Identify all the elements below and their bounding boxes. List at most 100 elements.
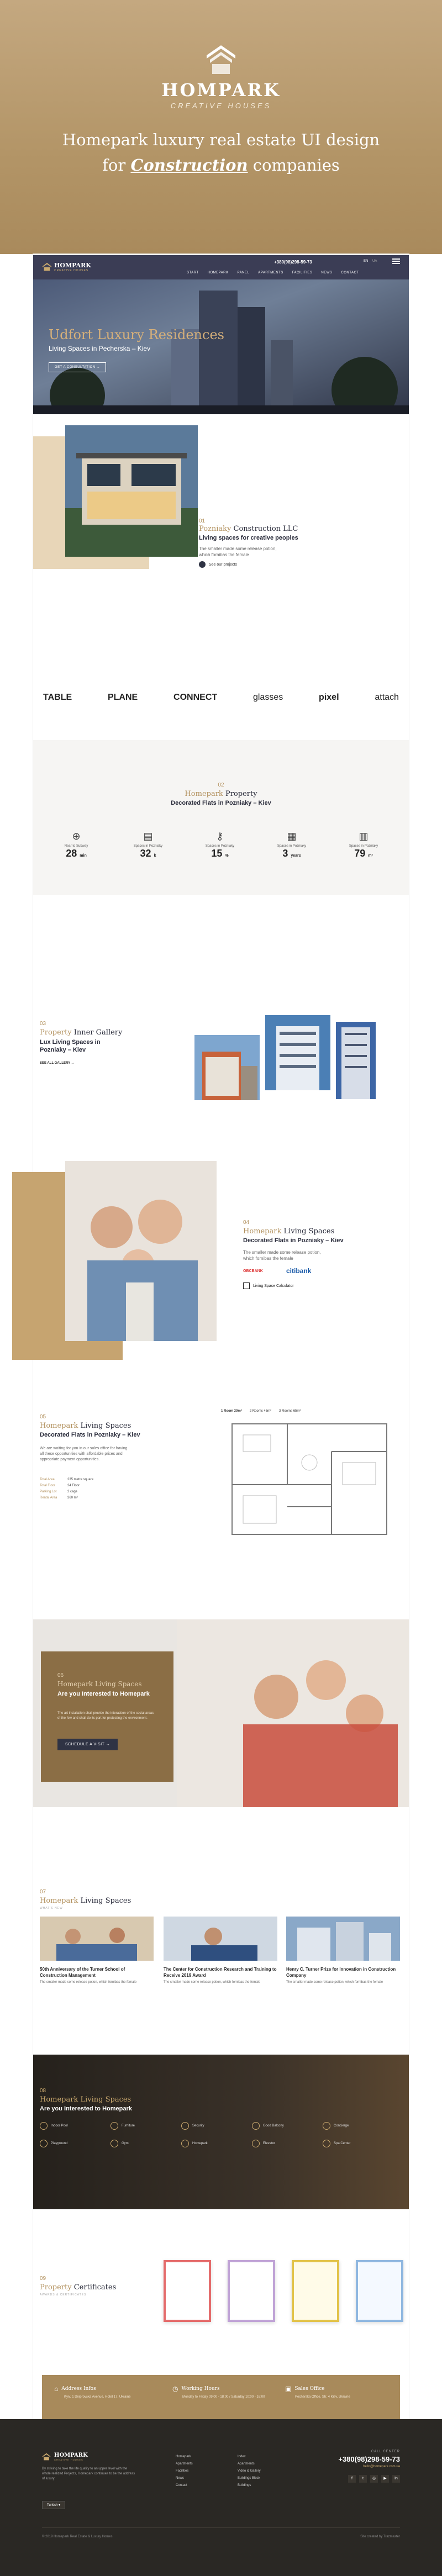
footer-logo[interactable]: HOMPARK CREATIVE HOUSES xyxy=(42,2452,88,2461)
building-icon: ▦ xyxy=(287,831,297,842)
brand-tagline: CREATIVE HOUSES xyxy=(170,102,272,110)
location-icon: ⌂ xyxy=(54,2385,59,2393)
see-projects-link[interactable]: See our projects xyxy=(199,561,237,568)
family-num: 04 xyxy=(243,1220,250,1226)
plan-subtitle: Decorated Flats in Pozniaky – Kiev xyxy=(40,1432,140,1438)
elevator-icon xyxy=(252,2140,260,2147)
feature-item: Spa Center xyxy=(323,2140,393,2147)
nav-item-start[interactable]: START xyxy=(187,271,199,275)
news-item[interactable]: The Center for Construction Research and… xyxy=(164,1966,277,1985)
footer-link[interactable]: Video & Gallery xyxy=(238,2468,261,2475)
nav-item-apartments[interactable]: APARTMENTS xyxy=(258,271,283,275)
playground-icon xyxy=(40,2140,48,2147)
facebook-icon[interactable]: f xyxy=(348,2475,356,2483)
floor-plan-image xyxy=(221,1418,396,1543)
security-icon xyxy=(181,2122,189,2130)
footer-link[interactable]: Contact xyxy=(176,2482,193,2489)
feature-item: Gym xyxy=(110,2140,181,2147)
schedule-visit-button[interactable]: SCHEDULE A VISIT → xyxy=(57,1739,118,1750)
footer-link[interactable]: Homepark xyxy=(176,2453,193,2461)
certificate-image[interactable] xyxy=(164,2260,211,2322)
home-icon xyxy=(181,2140,189,2147)
house-logo-icon xyxy=(207,45,235,74)
calculator-link[interactable]: Living Space Calculator xyxy=(243,1282,294,1289)
tab-room-3[interactable]: 3 Rooms 65m² xyxy=(279,1410,301,1413)
features-grid: Indoor Pool Furniture Security Good Balc… xyxy=(40,2122,393,2147)
lang-ua[interactable]: UA xyxy=(372,260,377,263)
news-item[interactable]: Henry C. Turner Prize for Innovation in … xyxy=(286,1966,400,1985)
certs-title: Property Certificates xyxy=(40,2283,117,2292)
interest-num: 06 xyxy=(57,1672,64,1678)
footer-link[interactable]: Apartments xyxy=(176,2461,193,2468)
footer-link[interactable]: Buildings xyxy=(238,2482,261,2489)
footer-contact: CALL CENTER +380(98)298-59-73 hello@home… xyxy=(320,2450,400,2483)
stat-item: ▥ Spaces in Pozniaky 79 m² xyxy=(336,831,391,859)
consultation-button[interactable]: GET A CONSULTATION → xyxy=(49,362,107,372)
menu-icon[interactable] xyxy=(392,258,400,264)
document-icon: ▤ xyxy=(143,831,153,842)
certificate-image[interactable] xyxy=(356,2260,403,2322)
features-title-gold: Homepark Living Spaces xyxy=(40,2095,131,2104)
news-sub: WHAT'S NEW xyxy=(40,1907,63,1910)
villa-image xyxy=(65,425,198,557)
furniture-icon xyxy=(110,2122,118,2130)
news-item-title[interactable]: 50th Anniversary of the Turner School of… xyxy=(40,1966,154,1978)
plan-title: Homepark Living Spaces xyxy=(40,1422,131,1430)
nav-item-news[interactable]: NEWS xyxy=(321,271,332,275)
certificate-image[interactable] xyxy=(228,2260,275,2322)
instagram-icon[interactable]: ◎ xyxy=(370,2475,378,2483)
features-title: Are you Interested to Homepark xyxy=(40,2105,132,2112)
gallery-image[interactable] xyxy=(336,1022,376,1099)
about-title: Pozniaky Construction LLC xyxy=(199,525,298,533)
gallery-image[interactable] xyxy=(265,1015,330,1090)
nav-phone[interactable]: +380(98)298-59-73 xyxy=(274,260,312,265)
lang-en[interactable]: EN xyxy=(364,260,368,263)
news-item-title[interactable]: Henry C. Turner Prize for Innovation in … xyxy=(286,1966,400,1978)
nav-logo[interactable]: HOMPARK xyxy=(54,262,91,269)
gallery-subtitle: Lux Living Spaces in Pozniaky – Kiev xyxy=(40,1039,101,1053)
feature-item: Playground xyxy=(40,2140,110,2147)
footer-phone[interactable]: +380(98)298-59-73 xyxy=(320,2455,400,2463)
youtube-icon[interactable]: ▶ xyxy=(381,2475,389,2483)
footer-link[interactable]: Facilities xyxy=(176,2468,193,2475)
about-num: 01 xyxy=(199,518,206,524)
news-image[interactable] xyxy=(40,1917,154,1961)
banner-title: Udfort Luxury Residences xyxy=(49,327,224,342)
footer-link[interactable]: Index xyxy=(238,2453,261,2461)
footer-email[interactable]: hello@homepark.com.ua xyxy=(320,2465,400,2468)
footer-link[interactable]: Apartments xyxy=(238,2461,261,2468)
news-item-title[interactable]: The Center for Construction Research and… xyxy=(164,1966,277,1978)
footer-link[interactable]: News xyxy=(176,2475,193,2482)
partner-logo: glasses xyxy=(252,693,283,702)
partner-logo: TABLE xyxy=(43,693,72,702)
nav-logo-sub: CREATIVE HOUSES xyxy=(54,269,89,272)
footer-about: By striving to take the life quality to … xyxy=(42,2467,135,2480)
concierge-icon xyxy=(323,2122,330,2130)
stats-subtitle: Decorated Flats in Pozniaky – Kiev xyxy=(171,800,271,806)
see-gallery-link[interactable]: SEE ALL GALLERY → xyxy=(40,1062,75,1065)
footer-link[interactable]: Buildings Block xyxy=(238,2475,261,2482)
headline-line2: for Construction companies xyxy=(102,156,340,175)
tab-room-1[interactable]: 1 Room 30m² xyxy=(221,1410,242,1413)
chart-icon: ▥ xyxy=(359,831,369,842)
tab-room-2[interactable]: 2 Rooms 45m² xyxy=(250,1410,271,1413)
twitter-icon[interactable]: t xyxy=(359,2475,367,2483)
linkedin-icon[interactable]: in xyxy=(392,2475,400,2483)
certificate-image[interactable] xyxy=(292,2260,339,2322)
gallery-image[interactable] xyxy=(194,1035,260,1100)
language-select[interactable]: Turkish ▾ xyxy=(42,2501,66,2509)
nav-item-facilities[interactable]: FACILITIES xyxy=(292,271,313,275)
news-image[interactable] xyxy=(164,1917,277,1961)
nav-item-panel[interactable]: PANEL xyxy=(238,271,250,275)
gallery-title: Property Inner Gallery xyxy=(40,1028,123,1037)
headline-line1: Homepark luxury real estate UI design xyxy=(62,130,380,149)
sales-block: ▣ Sales Office Pecherska Office, Str. 4 K… xyxy=(285,2385,350,2399)
news-item[interactable]: 50th Anniversary of the Turner School of… xyxy=(40,1966,154,1985)
subway-icon: ⊕ xyxy=(72,831,81,842)
news-image[interactable] xyxy=(286,1917,400,1961)
nav-item-contact[interactable]: CONTACT xyxy=(341,271,359,275)
nav-item-homepark[interactable]: HOMEPARK xyxy=(208,271,229,275)
stats-title: Homepark Property xyxy=(185,790,257,798)
spa-icon xyxy=(323,2140,330,2147)
play-icon xyxy=(199,561,206,568)
